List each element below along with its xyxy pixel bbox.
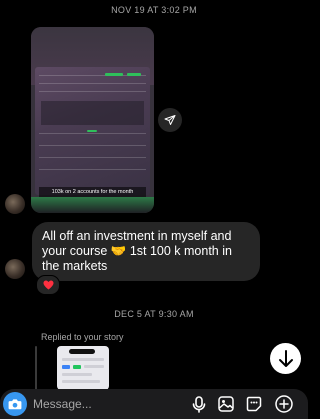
trading-screen-image: [35, 67, 150, 195]
share-button[interactable]: [158, 108, 182, 132]
gallery-icon: [218, 396, 234, 412]
timestamp: NOV 19 AT 3:02 PM: [111, 5, 197, 15]
timestamp: DEC 5 AT 9:30 AM: [114, 309, 194, 319]
camera-icon: [8, 399, 22, 410]
avatar[interactable]: [5, 194, 25, 214]
message-input[interactable]: [33, 395, 173, 413]
scroll-to-bottom-button[interactable]: [270, 343, 301, 374]
gallery-button[interactable]: [217, 395, 235, 413]
story-thumbnail[interactable]: [57, 346, 109, 390]
arrow-down-icon: [278, 349, 293, 367]
video-caption: 103k on 2 accounts for the month: [39, 187, 146, 197]
add-button[interactable]: [275, 395, 293, 413]
video-message-thumbnail[interactable]: 103k on 2 accounts for the month: [31, 27, 154, 213]
heart-icon: [43, 280, 53, 290]
story-reply-label: Replied to your story: [41, 332, 124, 342]
sticker-icon: [246, 396, 262, 412]
avatar[interactable]: [5, 259, 25, 279]
sticker-button[interactable]: [245, 395, 263, 413]
reply-indicator-bar: [35, 346, 37, 390]
heart-reaction[interactable]: [36, 275, 60, 295]
microphone-button[interactable]: [190, 395, 208, 413]
video-bottom-area: [31, 197, 154, 213]
microphone-icon: [192, 395, 206, 413]
message-bubble[interactable]: All off an investment in myself and your…: [32, 222, 260, 281]
share-icon: [164, 115, 176, 125]
plus-circle-icon: [275, 395, 293, 413]
camera-button[interactable]: [3, 392, 27, 416]
